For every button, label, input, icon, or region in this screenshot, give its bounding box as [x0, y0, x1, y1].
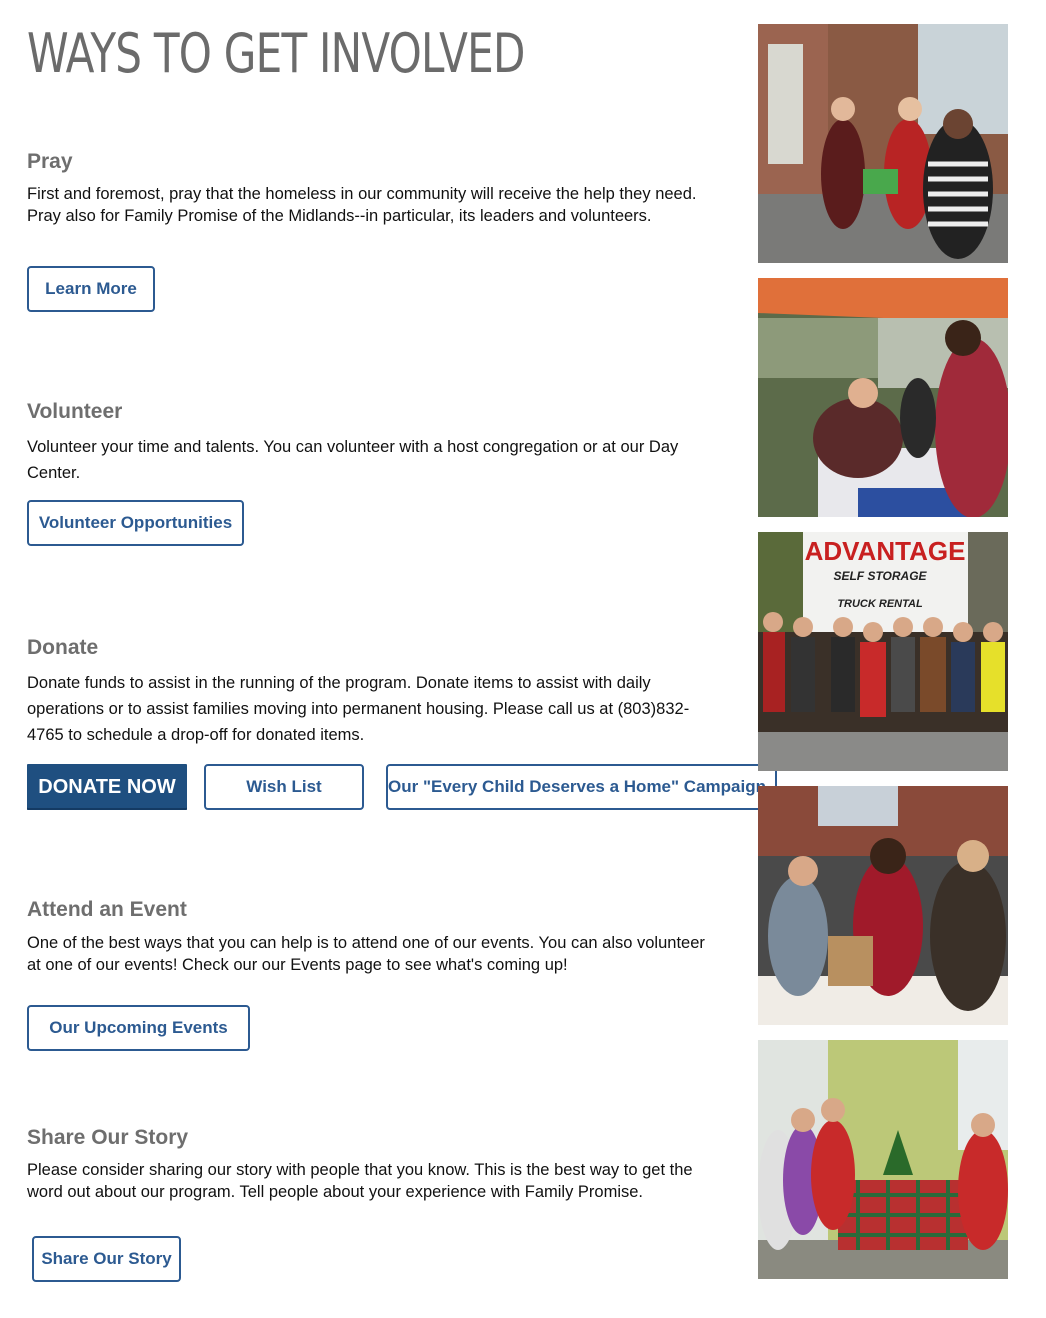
- share-our-story-button[interactable]: Share Our Story: [32, 1236, 181, 1282]
- section-text-pray: First and foremost, pray that the homele…: [27, 185, 697, 225]
- learn-more-button[interactable]: Learn More: [27, 266, 155, 312]
- sign-line-3: TRUCK RENTAL: [837, 598, 923, 610]
- section-heading-event: Attend an Event: [27, 898, 187, 921]
- photo-tent-signup: [758, 278, 1008, 517]
- photo-food-table: [758, 786, 1008, 1025]
- photo-porch-group: [758, 24, 1008, 263]
- section-text-donate: Donate funds to assist in the running of…: [27, 674, 690, 744]
- wish-list-button[interactable]: Wish List: [204, 764, 364, 810]
- sign-line-2: SELF STORAGE: [833, 569, 927, 583]
- upcoming-events-button[interactable]: Our Upcoming Events: [27, 1005, 250, 1051]
- campaign-button[interactable]: Our "Every Child Deserves a Home" Campai…: [386, 764, 777, 810]
- page-title: WAYS TO GET INVOLVED: [27, 22, 525, 85]
- section-heading-volunteer: Volunteer: [27, 400, 123, 423]
- volunteer-opportunities-button[interactable]: Volunteer Opportunities: [27, 500, 244, 546]
- photo-christmas-room: [758, 1040, 1008, 1279]
- section-text-event: One of the best ways that you can help i…: [27, 934, 705, 974]
- photo-storage-group: ADVANTAGE SELF STORAGE TRUCK RENTAL: [758, 532, 1008, 771]
- sign-line-1: ADVANTAGE: [805, 536, 966, 566]
- section-heading-share: Share Our Story: [27, 1126, 189, 1149]
- section-text-volunteer: Volunteer your time and talents. You can…: [27, 438, 679, 482]
- section-heading-donate: Donate: [27, 636, 99, 659]
- section-heading-pray: Pray: [27, 150, 73, 173]
- section-text-share: Please consider sharing our story with p…: [27, 1161, 693, 1201]
- donate-now-button[interactable]: DONATE NOW: [27, 764, 187, 810]
